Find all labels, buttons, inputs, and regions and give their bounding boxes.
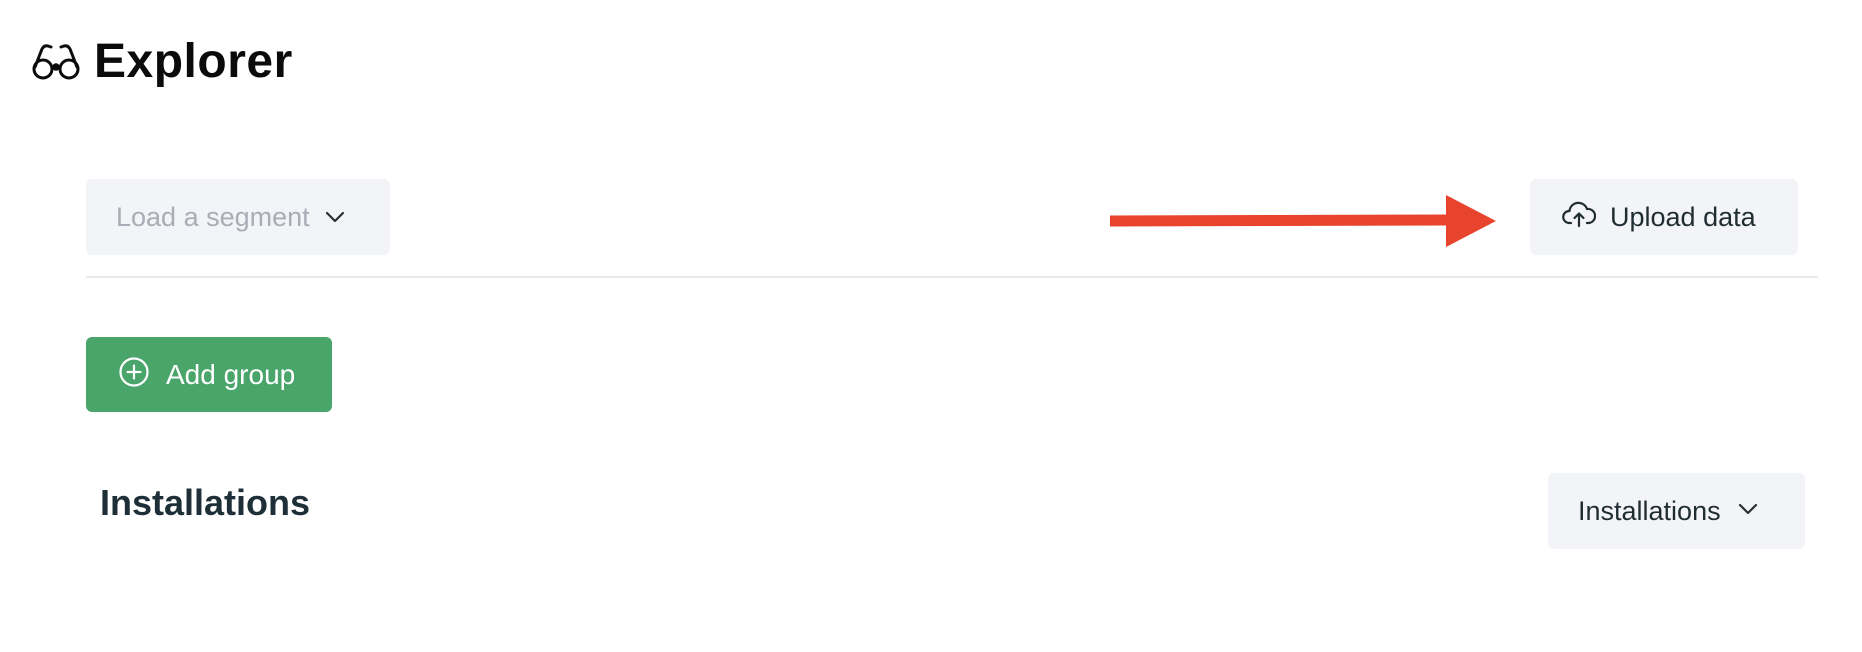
chevron-down-icon [324,210,346,224]
toolbar-divider [86,276,1818,278]
annotation-arrow [1100,190,1500,252]
load-segment-placeholder: Load a segment [116,201,310,232]
load-segment-dropdown[interactable]: Load a segment [86,179,390,255]
binoculars-icon [30,36,82,88]
plus-circle-icon [118,356,150,393]
section-title: Installations [100,482,311,523]
add-group-button[interactable]: Add group [86,337,332,412]
add-group-label: Add group [166,358,296,390]
upload-data-label: Upload data [1610,201,1756,232]
upload-data-button[interactable]: Upload data [1530,179,1798,255]
page-header: Explorer [30,34,293,89]
chevron-down-icon [1737,502,1759,521]
installations-dropdown[interactable]: Installations [1548,473,1805,549]
installations-dropdown-value: Installations [1578,495,1721,526]
page-title: Explorer [94,35,293,88]
cloud-upload-icon [1562,201,1597,234]
